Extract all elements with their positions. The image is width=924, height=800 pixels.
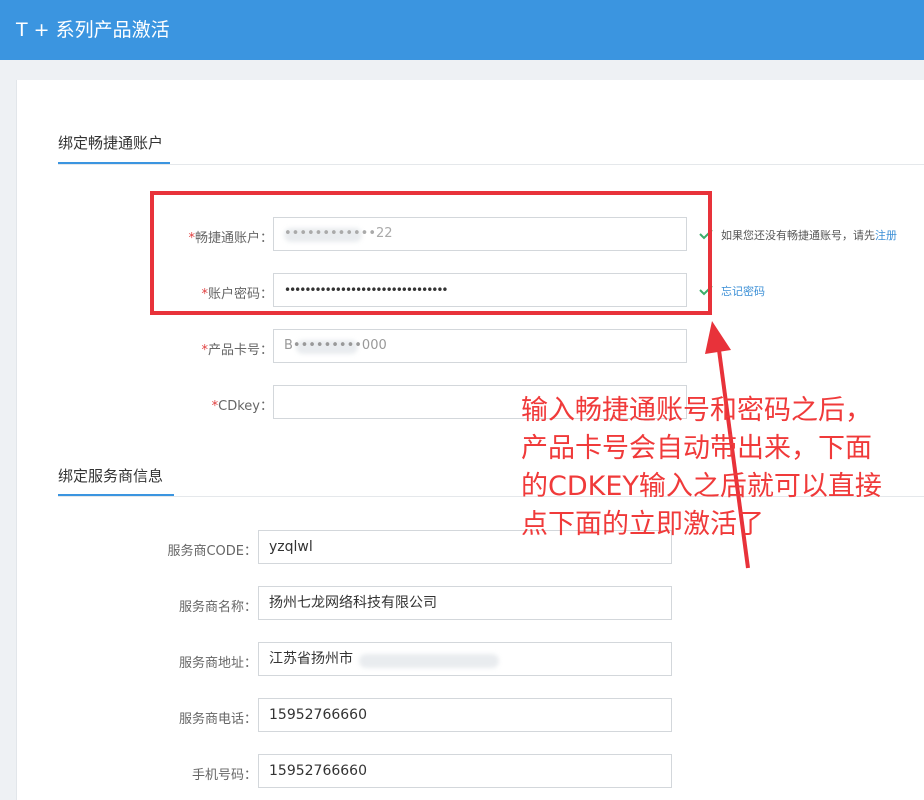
- annotation-text: 输入畅捷通账号和密码之后， 产品卡号会自动带出来，下面 的CDKEY输入之后就可…: [521, 395, 882, 540]
- annotation-arrow-icon: [705, 321, 750, 569]
